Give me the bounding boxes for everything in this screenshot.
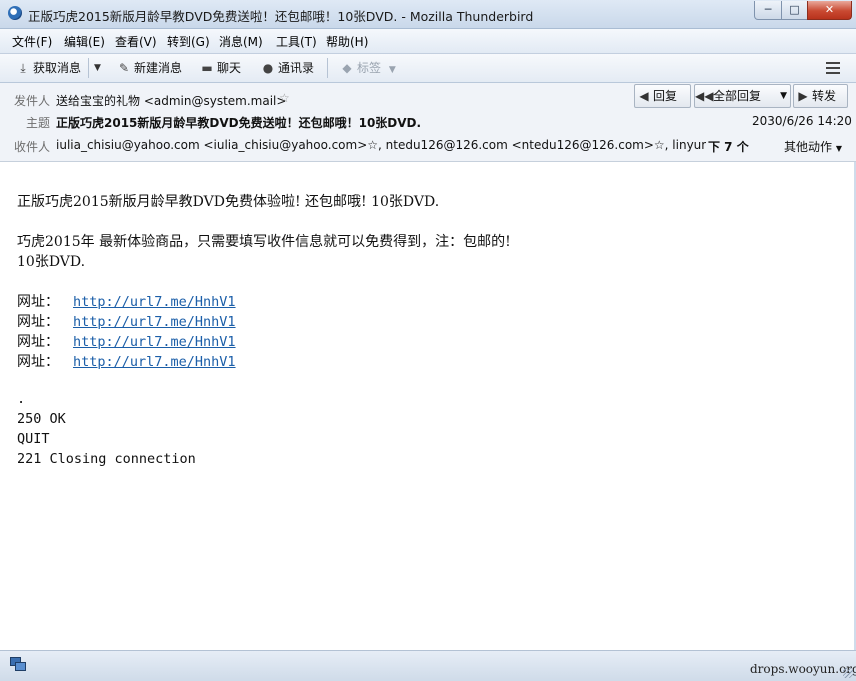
body-paragraph: 10张DVD. (17, 254, 86, 270)
tag-dropdown-icon: ▼ (388, 65, 396, 75)
other-actions-dropdown-icon: ▼ (835, 144, 842, 153)
menu-message[interactable]: 消息(M) (219, 33, 263, 50)
recipients-list[interactable]: iulia_chisiu@yahoo.com <iulia_chisiu@yah… (56, 138, 706, 154)
url-label: 网址： (17, 294, 59, 310)
url-link[interactable]: http://url7.me/HnhV1 (73, 334, 236, 350)
url-label: 网址： (17, 354, 59, 370)
menu-view[interactable]: 查看(V) (115, 33, 157, 50)
smtp-line: . (17, 391, 26, 407)
close-button[interactable]: ✕ (807, 1, 852, 20)
online-status-icon[interactable] (10, 657, 26, 671)
other-actions-button[interactable]: 其他动作 ▼ (784, 138, 842, 155)
reply-all-label: 全部回复 (713, 89, 762, 103)
subject-label: 主题 (26, 116, 51, 130)
to-label: 收件人 (14, 140, 51, 154)
resize-grip[interactable] (843, 668, 853, 678)
smtp-line: 221 Closing connection (17, 451, 196, 467)
body-paragraph: 巧虎2015年 最新体验商品，只需要填写收件信息就可以免费得到，注：包邮的! (17, 234, 511, 250)
url-link[interactable]: http://url7.me/HnhV1 (73, 314, 236, 330)
write-label: 新建消息 (134, 61, 183, 75)
reply-label: 回复 (653, 89, 678, 103)
url-line: 网址： http://url7.me/HnhV1 (17, 331, 236, 351)
get-messages-button[interactable]: ⤓ 获取消息 (16, 58, 81, 78)
thunderbird-logo-icon (8, 6, 22, 20)
reply-all-button[interactable]: ◀◀全部回复 ▼ (694, 84, 791, 108)
forward-button[interactable]: ▶ 转发 (793, 84, 848, 108)
more-recipients-link[interactable]: 下 7 个 (708, 138, 749, 155)
recipients-value[interactable]: iulia_chisiu@yahoo.com <iulia_chisiu@yah… (56, 138, 706, 152)
subject-value: 正版巧虎2015新版月龄早教DVD免费送啦！还包邮哦！10张DVD. (56, 116, 422, 130)
tag-icon: ◆ (342, 61, 352, 75)
url-line: 网址： http://url7.me/HnhV1 (17, 351, 236, 371)
menu-edit[interactable]: 编辑(E) (64, 33, 105, 50)
menu-bar: 文件(F) 编辑(E) 查看(V) 转到(G) 消息(M) 工具(T) 帮助(H… (0, 29, 856, 54)
hamburger-menu-icon[interactable] (826, 62, 840, 74)
forward-label: 转发 (812, 89, 837, 103)
url-link[interactable]: http://url7.me/HnhV1 (73, 354, 236, 370)
forward-arrow-icon: ▶ (798, 89, 808, 103)
from-value[interactable]: 送给宝宝的礼物 <admin@system.mail> (56, 92, 286, 109)
url-label: 网址： (17, 314, 59, 330)
maximize-button[interactable]: □ (781, 1, 808, 20)
reply-arrow-icon: ◀ (639, 89, 649, 103)
star-icon[interactable]: ☆ (279, 91, 290, 105)
reply-all-arrow-icon: ◀◀ (695, 89, 714, 103)
toolbar-separator (327, 58, 328, 78)
from-label: 发件人 (14, 94, 51, 108)
main-toolbar: ⤓ 获取消息 ▼ ✎ 新建消息 ▬ 聊天 ● 通讯录 ◆ 标签 ▼ (0, 54, 856, 83)
url-line: 网址： http://url7.me/HnhV1 (17, 291, 236, 311)
chat-bubble-icon: ▬ (201, 61, 213, 75)
reply-button[interactable]: ◀ 回复 (634, 84, 691, 108)
title-bar: 正版巧虎2015新版月龄早教DVD免费送啦！还包邮哦！10张DVD. - Moz… (0, 0, 856, 29)
tag-button[interactable]: ◆ 标签 ▼ (340, 58, 396, 78)
address-book-button[interactable]: ● 通讯录 (261, 58, 314, 78)
other-actions-label: 其他动作 (784, 140, 833, 154)
url-line: 网址： http://url7.me/HnhV1 (17, 311, 236, 331)
toolbar-separator (88, 58, 89, 78)
status-bar: drops.wooyun.org (0, 650, 856, 681)
body-heading: 正版巧虎2015新版月龄早教DVD免费体验啦! 还包邮哦! 10张DVD. (17, 194, 440, 210)
address-book-label: 通讯录 (278, 61, 315, 75)
get-messages-label: 获取消息 (33, 61, 82, 75)
person-icon: ● (262, 61, 274, 75)
window-title: 正版巧虎2015新版月龄早教DVD免费送啦！还包邮哦！10张DVD. - Moz… (28, 9, 534, 24)
download-icon: ⤓ (20, 61, 26, 75)
message-body: 正版巧虎2015新版月龄早教DVD免费体验啦! 还包邮哦! 10张DVD. 巧虎… (0, 162, 854, 650)
smtp-line: 250 OK (17, 411, 66, 427)
watermark: drops.wooyun.org (750, 662, 856, 676)
menu-file[interactable]: 文件(F) (12, 33, 52, 50)
menu-help[interactable]: 帮助(H) (326, 33, 368, 50)
chat-label: 聊天 (217, 61, 242, 75)
reply-all-dropdown-icon[interactable]: ▼ (780, 85, 787, 107)
chat-button[interactable]: ▬ 聊天 (200, 58, 241, 78)
write-button[interactable]: ✎ 新建消息 (117, 58, 182, 78)
get-messages-dropdown-icon[interactable]: ▼ (94, 58, 101, 78)
minimize-button[interactable]: ─ (754, 1, 782, 20)
pencil-icon: ✎ (118, 61, 130, 75)
menu-tools[interactable]: 工具(T) (276, 33, 317, 50)
smtp-line: QUIT (17, 431, 50, 447)
url-link[interactable]: http://url7.me/HnhV1 (73, 294, 236, 310)
date-value: 2030/6/26 14:20 (752, 114, 852, 128)
message-header: 发件人 送给宝宝的礼物 <admin@system.mail> ☆ ◀ 回复 ◀◀… (0, 83, 856, 162)
menu-go[interactable]: 转到(G) (167, 33, 210, 50)
tag-label: 标签 (357, 61, 382, 75)
url-label: 网址： (17, 334, 59, 350)
